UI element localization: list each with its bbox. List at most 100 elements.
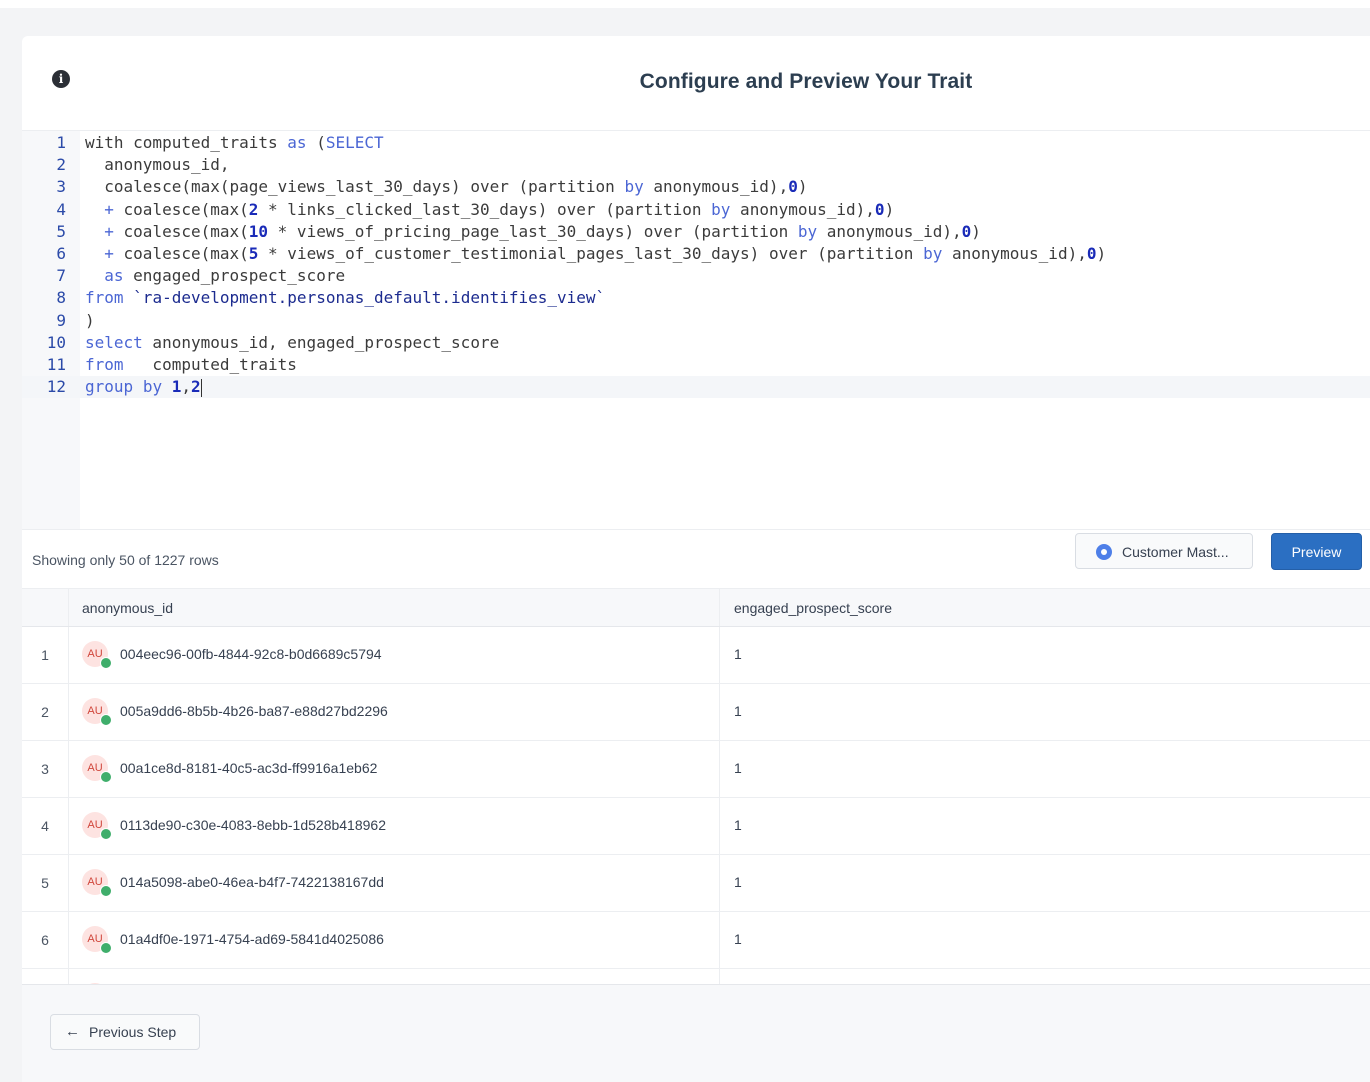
code-line[interactable]: 11 from computed_traits (22, 354, 1370, 376)
code-token: ( (306, 133, 326, 152)
code-line[interactable]: 1 with computed_traits as (SELECT (22, 132, 1370, 154)
code-token: + (104, 221, 114, 241)
line-number: 9 (56, 310, 66, 330)
anonymous-id-cell[interactable]: 014a5098-abe0-46ea-b4f7-7422138167dd (120, 874, 384, 890)
table-header: anonymous_id engaged_prospect_score (22, 588, 1370, 627)
bigquery-icon (1096, 544, 1112, 560)
code-token: group (85, 377, 134, 397)
code-line[interactable]: 10 select anonymous_id, engaged_prospect_… (22, 332, 1370, 354)
score-cell[interactable]: 1 (734, 931, 742, 947)
code-token: 2 (191, 377, 201, 397)
table-row[interactable]: 5 AU 014a5098-abe0-46ea-b4f7-7422138167dd 1 (22, 855, 1370, 912)
row-number: 4 (41, 818, 49, 834)
row-number: 5 (41, 875, 49, 891)
user-avatar: AU (82, 926, 112, 954)
anonymous-id-cell[interactable]: 01a4df0e-1971-4754-ad69-5841d4025086 (120, 931, 384, 947)
line-number: 10 (46, 332, 66, 352)
line-number: 3 (56, 177, 66, 197)
score-cell[interactable]: 1 (734, 646, 742, 662)
code-token: 0 (788, 177, 798, 197)
text-cursor (200, 378, 202, 397)
table-row[interactable]: 3 AU 00a1ce8d-8181-40c5-ac3d-ff9916a1eb62 1 (22, 741, 1370, 798)
user-avatar: AU (82, 869, 112, 897)
verified-check-icon (100, 771, 112, 783)
code-lines[interactable]: 1 with computed_traits as (SELECT 2 anonym… (22, 132, 1370, 399)
code-line[interactable]: 5 + coalesce(max(10 * views_of_pricing_p… (22, 221, 1370, 243)
code-token: 0 (874, 199, 885, 219)
code-token: coalesce(max( (113, 243, 249, 263)
code-text: anonymous_id, (85, 154, 230, 176)
source-select-button[interactable]: Customer Mast... (1075, 533, 1253, 569)
code-token: by (624, 177, 644, 197)
preview-toolbar: Showing only 50 of 1227 rows Customer Ma… (22, 529, 1370, 588)
score-cell[interactable]: 1 (734, 817, 742, 833)
code-token: + (104, 199, 114, 219)
anonymous-id-cell[interactable]: 00a1ce8d-8181-40c5-ac3d-ff9916a1eb62 (120, 760, 377, 776)
line-number: 5 (56, 221, 66, 241)
code-token: as (287, 133, 307, 152)
score-cell[interactable]: 1 (734, 874, 742, 890)
top-band (0, 0, 1370, 8)
line-number: 12 (46, 377, 66, 397)
code-text: + coalesce(max(10 * views_of_pricing_pag… (85, 221, 981, 243)
code-line[interactable]: 2 anonymous_id, (22, 154, 1370, 176)
line-number: 8 (56, 288, 66, 308)
anonymous-id-cell[interactable]: 0113de90-c30e-4083-8ebb-1d528b418962 (120, 817, 386, 833)
anonymous-id-cell[interactable]: 004eec96-00fb-4844-92c8-b0d6689c5794 (120, 646, 382, 662)
code-token: 10 (248, 221, 269, 241)
score-cell[interactable]: 1 (734, 703, 742, 719)
code-line[interactable]: 6 + coalesce(max(5 * views_of_customer_t… (22, 243, 1370, 265)
avatar-initials: AU (87, 819, 103, 831)
code-token: * links_clicked_last_30_days) over (part… (258, 199, 712, 219)
preview-button[interactable]: Preview (1271, 533, 1362, 570)
verified-check-icon (100, 714, 112, 726)
panel-header: i Configure and Preview Your Trait (22, 36, 1370, 131)
line-number: 7 (56, 266, 66, 286)
table-row[interactable]: 6 AU 01a4df0e-1971-4754-ad69-5841d4025086 1 (22, 912, 1370, 969)
code-token: + (104, 243, 114, 263)
avatar-initials: AU (87, 705, 103, 717)
code-line[interactable]: 9) (22, 310, 1370, 332)
code-token: coalesce(max( (113, 199, 249, 219)
anonymous-id-cell[interactable]: 005a9dd6-8b5b-4b26-ba87-e88d27bd2296 (120, 703, 388, 719)
sql-editor[interactable]: 1 with computed_traits as (SELECT 2 anonym… (22, 131, 1370, 529)
code-text: from computed_traits (85, 354, 297, 376)
avatar-initials: AU (87, 933, 103, 945)
column-header-engaged-prospect-score[interactable]: engaged_prospect_score (734, 600, 892, 616)
code-token: anonymous_id, engaged_prospect_score (142, 332, 500, 352)
avatar-initials: AU (87, 762, 103, 774)
code-token: engaged_prospect_score (123, 266, 346, 286)
code-token: anonymous_id, (85, 155, 230, 175)
source-select-label: Customer Mast... (1122, 544, 1229, 560)
column-header-anonymous-id[interactable]: anonymous_id (82, 600, 173, 616)
table-row[interactable]: 2 AU 005a9dd6-8b5b-4b26-ba87-e88d27bd2296 1 (22, 684, 1370, 741)
code-token: 1 (171, 377, 182, 397)
score-cell[interactable]: 1 (734, 760, 742, 776)
user-avatar: AU (82, 698, 112, 726)
verified-check-icon (100, 828, 112, 840)
code-line[interactable]: 8 from `ra-development.personas_default.i… (22, 287, 1370, 309)
code-line[interactable]: 4 + coalesce(max(2 * links_clicked_last_… (22, 199, 1370, 221)
code-line[interactable]: 12 group by 1,2 (22, 376, 1370, 399)
code-line[interactable]: 7 as engaged_prospect_score (22, 265, 1370, 287)
preview-table: anonymous_id engaged_prospect_score 1 AU 0… (22, 588, 1370, 1026)
code-token: by (711, 199, 731, 219)
row-number: 2 (41, 704, 49, 720)
code-token: ) (971, 221, 981, 241)
table-row[interactable]: 4 AU 0113de90-c30e-4083-8ebb-1d528b418962 1 (22, 798, 1370, 855)
code-token: * views_of_pricing_page_last_30_days) ov… (268, 221, 798, 241)
code-token: by (797, 221, 818, 241)
code-token: ) (797, 177, 808, 197)
code-text: from `ra-development.personas_default.id… (85, 287, 605, 309)
table-row[interactable]: 1 AU 004eec96-00fb-4844-92c8-b0d6689c5794 1 (22, 627, 1370, 684)
page-title: Configure and Preview Your Trait (639, 70, 973, 93)
code-token: from (85, 354, 124, 374)
code-line[interactable]: 3 coalesce(max(page_views_last_30_days) … (22, 176, 1370, 198)
previous-step-button[interactable]: ← Previous Step (50, 1014, 200, 1050)
row-number: 3 (41, 761, 49, 777)
code-text: as engaged_prospect_score (85, 265, 345, 287)
code-token: ) (1096, 243, 1107, 263)
